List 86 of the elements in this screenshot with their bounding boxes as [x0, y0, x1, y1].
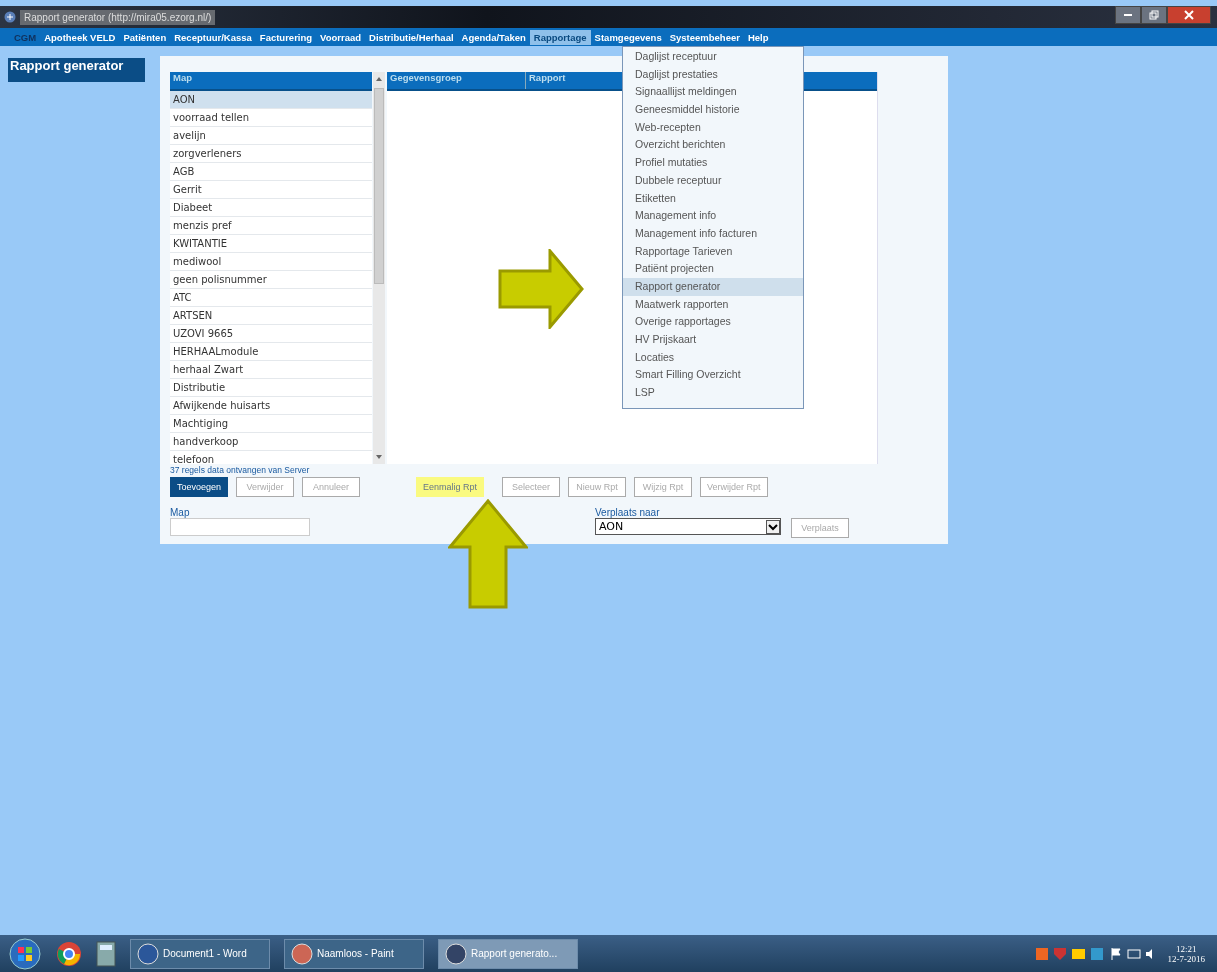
restore-button[interactable] [1141, 6, 1167, 24]
menu-option[interactable]: Profiel mutaties [623, 154, 803, 172]
list-item[interactable]: Distributie [170, 379, 372, 397]
menu-item[interactable]: Apotheek VELD [40, 29, 120, 45]
list-item[interactable]: menzis pref [170, 217, 372, 235]
dropdown-caret-icon [766, 519, 780, 534]
globe-icon [4, 11, 16, 23]
list-item[interactable]: Afwijkende huisarts [170, 397, 372, 415]
close-icon [1184, 10, 1194, 20]
window-title: Rapport generator (http://mira05.ezorg.nl/) [20, 9, 216, 25]
list-item[interactable]: avelijn [170, 127, 372, 145]
minimize-icon [1124, 14, 1132, 16]
menu-item[interactable]: Agenda/Taken [457, 29, 530, 45]
menu-item[interactable]: Systeembeheer [665, 29, 744, 45]
menu-option[interactable]: Patiënt projecten [623, 260, 803, 278]
app-icon [137, 942, 159, 965]
list-item[interactable]: Machtiging [170, 415, 372, 433]
column-header: Rapport [528, 72, 566, 85]
menu-option[interactable]: Daglijst prestaties [623, 65, 803, 84]
menu-option[interactable]: Geneesmiddel historie [623, 101, 803, 119]
scroll-down-icon [375, 454, 383, 460]
menu-item[interactable]: Stamgegevens [590, 29, 666, 45]
column-header: Map [170, 72, 372, 91]
action-button[interactable]: Eenmalig Rpt [416, 477, 485, 497]
menu-option[interactable]: Web-recepten [623, 118, 803, 137]
menu-option[interactable]: Dubbele receptuur [623, 171, 803, 190]
list-item[interactable]: telefoon [170, 451, 372, 464]
list-item[interactable]: handverkoop [170, 433, 372, 451]
restore-icon [1149, 10, 1159, 20]
menu-item[interactable]: Patiënten [119, 29, 171, 45]
menu-option[interactable]: Daglijst receptuur [623, 48, 803, 66]
menu-option[interactable]: Management info [623, 207, 803, 225]
menu-option[interactable]: Rapportage Tarieven [623, 242, 803, 261]
menu-option[interactable]: Etiketten [623, 189, 803, 208]
list-item[interactable]: herhaal Zwart [170, 361, 372, 379]
list-item[interactable]: mediwool [170, 253, 372, 271]
menu-option[interactable]: Rapport generator [623, 277, 803, 296]
start-button-icon[interactable] [8, 936, 42, 971]
up-arrow-icon [448, 499, 528, 609]
menu-option[interactable]: Overige rapportages [623, 313, 803, 331]
field-label: Verplaats naar [595, 507, 661, 518]
map-input-field[interactable] [170, 518, 310, 536]
scroll-up-icon [375, 76, 383, 82]
list-item[interactable]: voorraad tellen [170, 109, 372, 127]
minimize-button[interactable] [1115, 6, 1141, 24]
clock[interactable]: 12:21 12-7-2016 [1167, 943, 1205, 964]
calculator-icon[interactable] [96, 940, 116, 967]
menu-item[interactable]: Receptuur/Kassa [170, 29, 256, 45]
list-item[interactable]: AGB [170, 163, 372, 181]
menu-item[interactable]: Rapportage [529, 29, 591, 45]
scroll-thumb[interactable] [374, 88, 384, 284]
list-item[interactable]: geen polisnummer [170, 271, 372, 289]
list-item[interactable]: AON [170, 91, 372, 109]
list-item[interactable]: Gerrit [170, 181, 372, 199]
list-item[interactable]: KWITANTIE [170, 235, 372, 253]
menu-item[interactable]: Voorraad [316, 29, 366, 45]
menu-option[interactable]: Maatwerk rapporten [623, 295, 803, 314]
column-header: Gegevensgroep [387, 72, 526, 89]
menu-option[interactable]: Signaallijst meldingen [623, 83, 803, 102]
menu-option[interactable]: Smart Filling Overzicht [623, 366, 803, 385]
menu-item[interactable]: Help [743, 29, 773, 45]
menu-option[interactable]: Management info facturen [623, 224, 803, 243]
list-item[interactable]: ARTSEN [170, 307, 372, 325]
taskbar-button[interactable]: Document1 - Word [130, 938, 270, 969]
app-icon [445, 942, 467, 965]
taskbar-button[interactable]: Naamloos - Paint [284, 938, 424, 969]
page-title: Rapport generator [8, 58, 145, 82]
menu-option[interactable]: Locaties [623, 348, 803, 367]
list-item[interactable]: UZOVI 9665 [170, 325, 372, 343]
list-item[interactable]: zorgverleners [170, 145, 372, 163]
menu-item[interactable]: Distributie/Herhaal [365, 29, 458, 45]
action-button[interactable]: Toevoegen [170, 477, 229, 497]
browser-icon[interactable] [56, 940, 82, 967]
right-arrow-icon [498, 249, 584, 329]
field-label: Map [170, 507, 191, 518]
menu-option[interactable]: LSP [623, 384, 803, 402]
scrollbar[interactable] [373, 72, 385, 464]
list-item[interactable]: Diabeet [170, 199, 372, 217]
menu-option[interactable]: Overzicht berichten [623, 136, 803, 155]
menu-option[interactable]: HV Prijskaart [623, 331, 803, 349]
status-text: 37 regels data ontvangen van Server [170, 465, 311, 475]
list-item[interactable]: HERHAALmodule [170, 343, 372, 361]
menu-item[interactable]: Facturering [255, 29, 317, 45]
app-icon [291, 942, 313, 965]
list-item[interactable]: ATC [170, 289, 372, 307]
close-button[interactable] [1167, 6, 1211, 24]
